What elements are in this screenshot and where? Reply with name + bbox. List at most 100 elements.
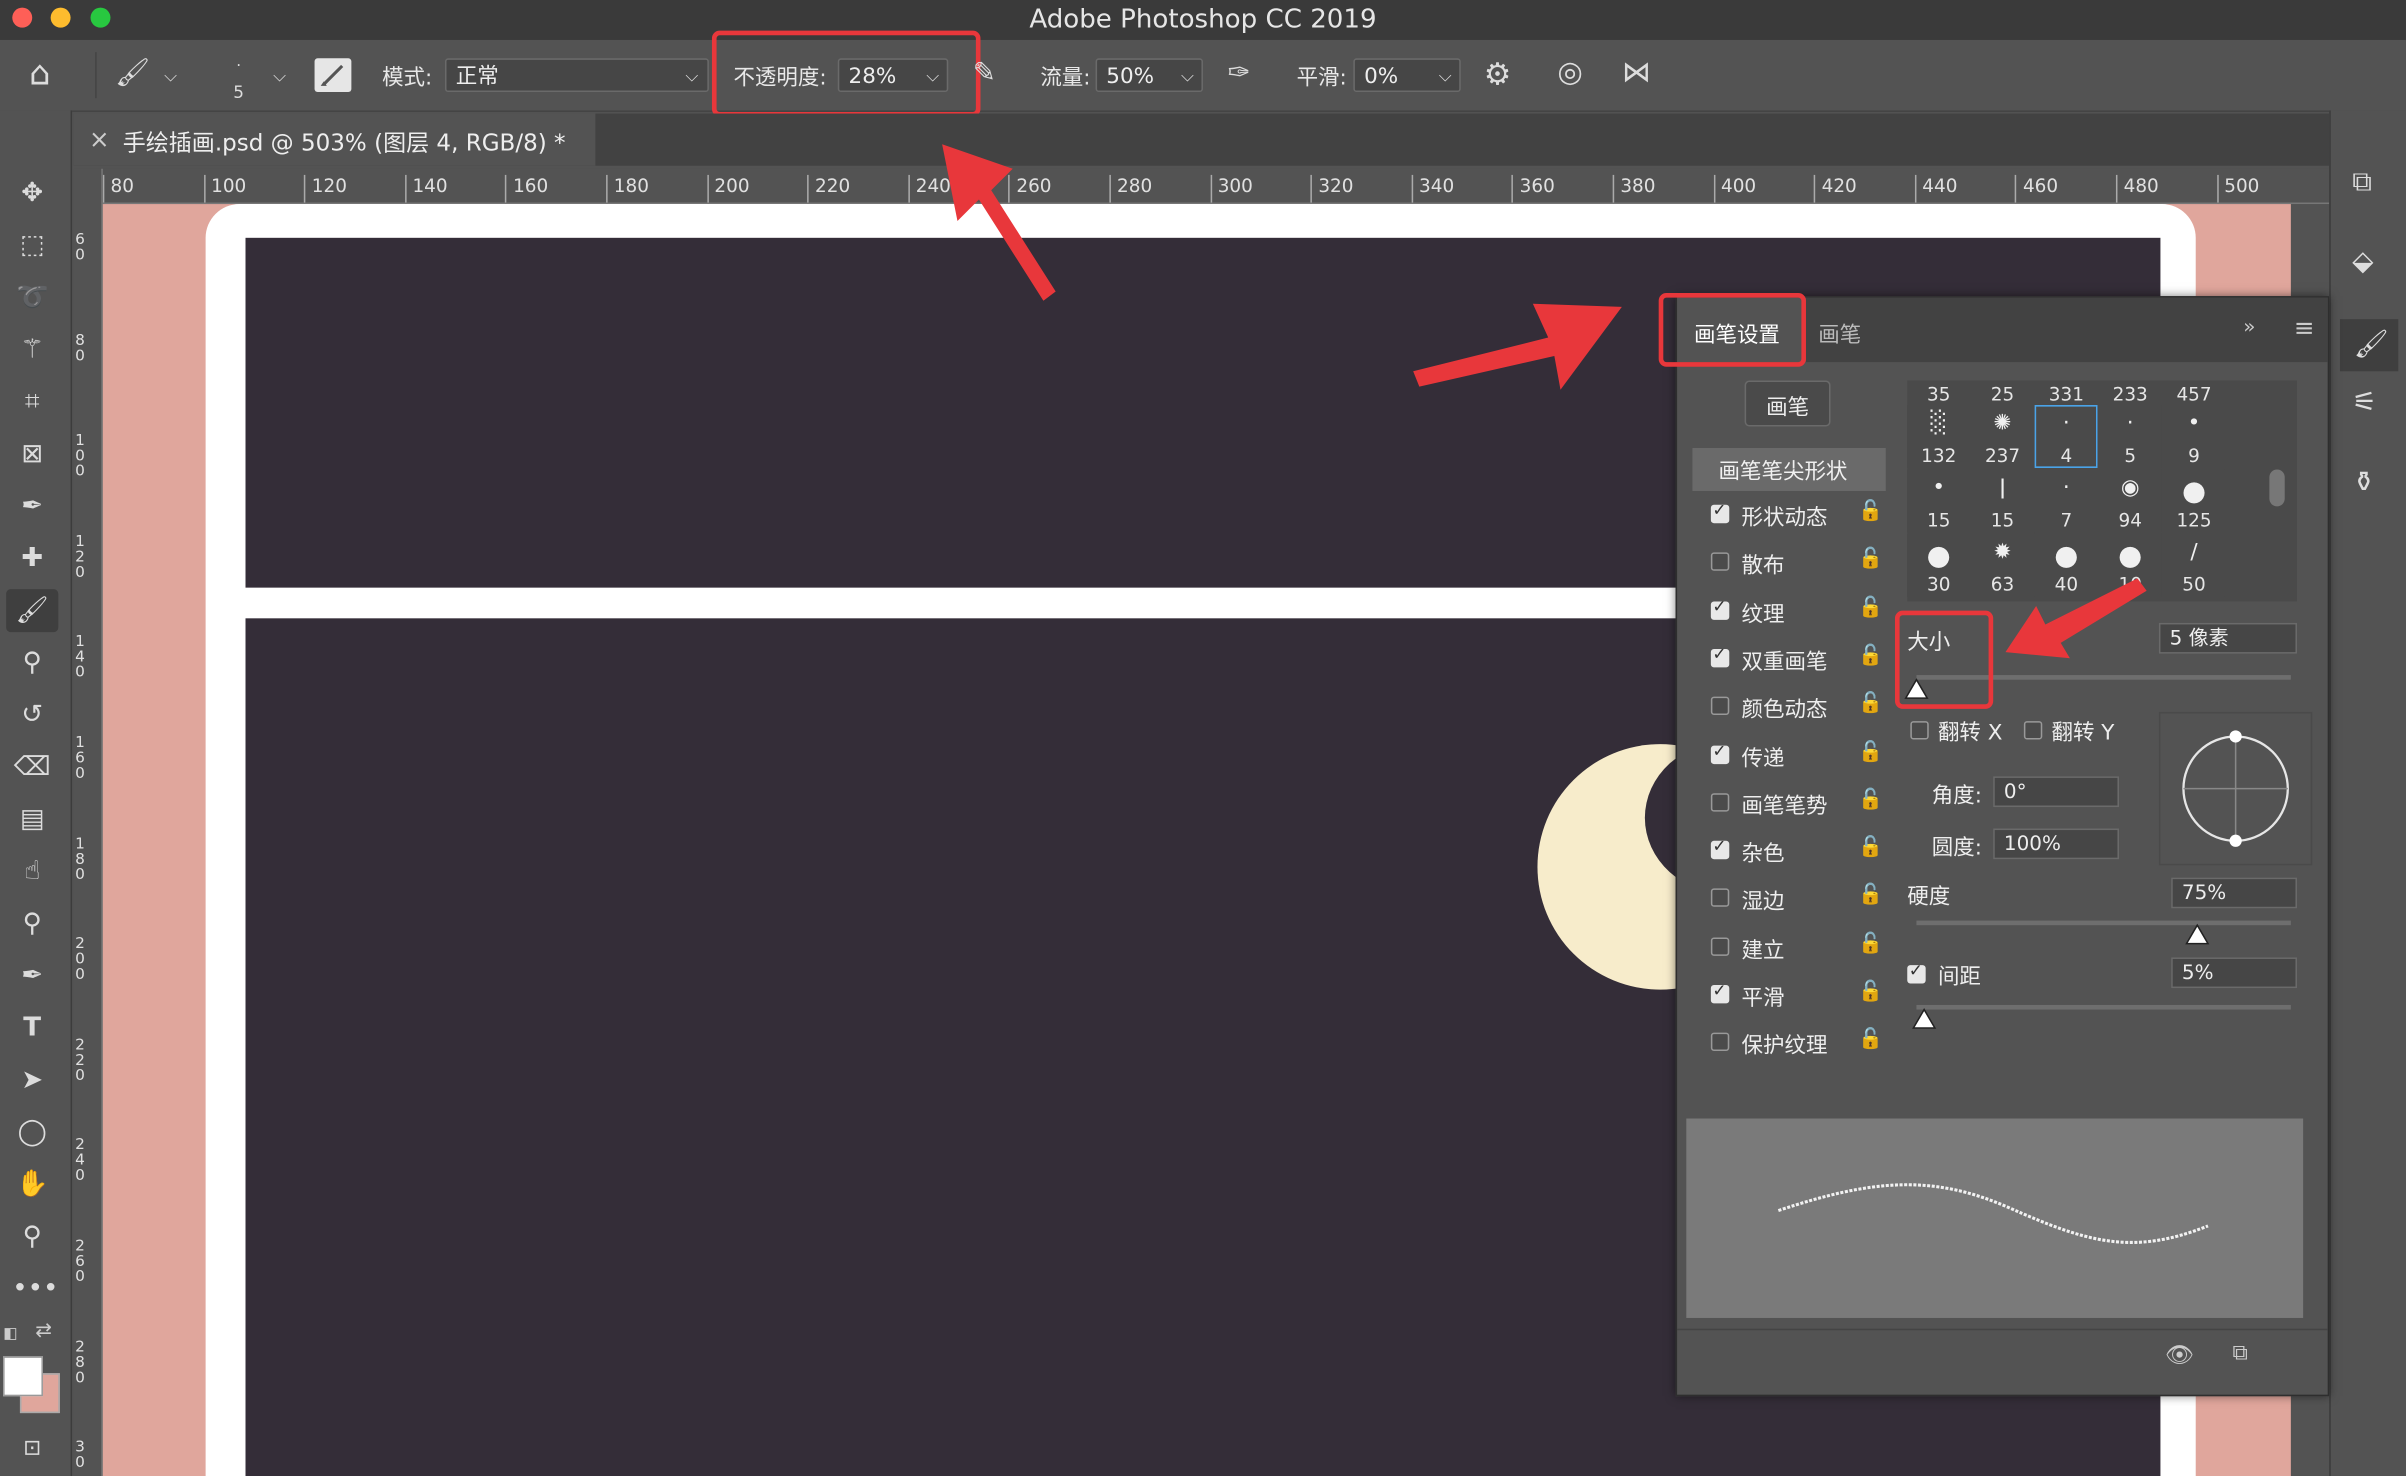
panel-collapse-icon[interactable]: » [2243, 316, 2255, 339]
brush-preset-cell[interactable]: ● 125 [2162, 469, 2226, 533]
airbrush-icon[interactable]: ✑ [1228, 57, 1251, 89]
toggle-preview-icon[interactable]: 👁 [2165, 1341, 2194, 1369]
brush-option-checkbox[interactable] [1710, 696, 1730, 716]
brush-preset-cell[interactable]: ● 30 [1907, 533, 1971, 597]
zoom-tool-icon[interactable]: ⚲ [12, 1218, 52, 1255]
ellipse-tool-icon[interactable]: ◯ [12, 1114, 52, 1151]
lock-icon[interactable]: 🔓 [1858, 1028, 1883, 1051]
tab-brush[interactable]: 画笔 [1818, 319, 1861, 350]
eraser-tool-icon[interactable]: ⌫ [12, 749, 52, 786]
brush-option-item[interactable]: 建立 🔓 [1692, 926, 1885, 969]
spacing-input[interactable]: 5% [2171, 957, 2297, 989]
move-tool-icon[interactable]: ✥ [12, 175, 52, 212]
spacing-checkbox[interactable] [1907, 960, 1926, 984]
brush-option-checkbox[interactable] [1710, 644, 1730, 668]
brush-tool-preset-icon[interactable]: 🖌 [115, 57, 150, 89]
lock-icon[interactable]: 🔓 [1858, 980, 1883, 1003]
lock-icon[interactable]: 🔓 [1858, 884, 1883, 907]
smudge-tool-icon[interactable]: ☝ [12, 853, 52, 890]
smoothing-input[interactable]: 0% ⌵ [1353, 58, 1461, 93]
angle-roundness-widget[interactable] [2158, 711, 2313, 866]
brush-presets-dock-icon[interactable]: ⚟ [2352, 387, 2377, 419]
brushes-button[interactable]: 画笔 [1744, 380, 1831, 427]
angle-input[interactable]: 0° [1993, 776, 2120, 808]
brush-option-checkbox[interactable] [1710, 836, 1730, 860]
quick-mask-icon[interactable]: ⊡ [12, 1430, 52, 1467]
brush-tool-icon[interactable]: 🖌 [6, 589, 59, 633]
pressure-opacity-icon[interactable]: ✎ [973, 57, 996, 89]
hand-tool-icon[interactable]: ✋ [12, 1166, 52, 1203]
brush-option-checkbox[interactable] [1710, 980, 1730, 1004]
flip-x-checkbox[interactable] [1910, 721, 1929, 740]
brush-option-item[interactable]: 传递 🔓 [1692, 734, 1885, 777]
brush-option-item[interactable]: 散布 🔓 [1692, 542, 1885, 585]
document-tab[interactable]: × 手绘插画.psd @ 503% (图层 4, RGB/8) * [73, 113, 596, 166]
lock-icon[interactable]: 🔓 [1858, 836, 1883, 859]
flip-y-checkbox[interactable] [2023, 721, 2043, 740]
brush-option-item[interactable]: 颜色动态 🔓 [1692, 686, 1885, 729]
3d-panel-icon[interactable]: ⬙ [2352, 245, 2373, 277]
pressure-size-icon[interactable]: ◎ [1557, 55, 1582, 89]
gradient-tool-icon[interactable]: ▤ [12, 801, 52, 838]
brush-settings-dock-button[interactable]: 🖌 [2339, 319, 2399, 372]
lock-icon[interactable]: 🔓 [1858, 596, 1883, 619]
brush-preset-cell[interactable]: · 7 [2034, 469, 2098, 533]
lock-icon[interactable]: 🔓 [1858, 500, 1883, 523]
brush-option-item[interactable]: 画笔笔势 🔓 [1692, 782, 1885, 825]
mode-select[interactable]: 正常 ⌵ [444, 58, 709, 93]
brush-preset-cell[interactable]: ✺ 237 [1971, 405, 2034, 468]
lock-icon[interactable]: 🔓 [1858, 932, 1883, 955]
dodge-tool-icon[interactable]: ⚲ [12, 905, 52, 942]
gear-icon[interactable]: ⚙ [1484, 55, 1512, 92]
close-tab-icon[interactable]: × [89, 124, 110, 153]
brush-option-checkbox[interactable] [1710, 552, 1730, 572]
foreground-color-swatch[interactable] [3, 1356, 43, 1397]
brush-option-item[interactable]: 平滑 🔓 [1692, 974, 1885, 1017]
brush-option-item[interactable]: 形状动态 🔓 [1692, 494, 1885, 537]
brush-preset-cell[interactable]: / 50 [2162, 533, 2226, 597]
brush-option-checkbox[interactable] [1710, 888, 1730, 908]
panel-menu-icon[interactable]: ≡ [2294, 313, 2315, 342]
brush-option-item[interactable]: 杂色 🔓 [1692, 830, 1885, 873]
crop-tool-icon[interactable]: ⌗ [12, 384, 52, 421]
brush-preset-cell[interactable]: ǀ 15 [1971, 469, 2034, 533]
flow-input[interactable]: 50% ⌵ [1095, 58, 1203, 93]
brush-option-checkbox[interactable] [1710, 792, 1730, 812]
brush-option-checkbox[interactable] [1710, 740, 1730, 764]
brush-option-checkbox[interactable] [1710, 1033, 1730, 1052]
eyedropper-tool-icon[interactable]: ✒ [12, 488, 52, 525]
preset-scrollbar[interactable] [2269, 469, 2285, 507]
symmetry-butterfly-icon[interactable]: ⋈ [1622, 55, 1651, 89]
path-selection-tool-icon[interactable]: ➤ [12, 1062, 52, 1099]
brush-preset-cell[interactable]: • 9 [2162, 405, 2226, 468]
home-icon[interactable]: ⌂ [29, 55, 50, 93]
brush-option-checkbox[interactable] [1710, 936, 1730, 956]
brush-settings-toggle-icon[interactable] [314, 58, 352, 93]
default-colors-icon[interactable]: ◧ [3, 1326, 18, 1343]
brush-option-checkbox[interactable] [1710, 596, 1730, 620]
brush-preset-cell[interactable]: · 5 [2098, 405, 2162, 468]
lock-icon[interactable]: 🔓 [1858, 740, 1883, 763]
marquee-tool-icon[interactable]: ⬚ [12, 227, 52, 264]
lasso-tool-icon[interactable]: ➰ [12, 279, 52, 316]
size-input[interactable]: 5 像素 [2158, 622, 2297, 654]
brush-option-checkbox[interactable] [1710, 500, 1730, 524]
stamp-tool-icon[interactable]: ⚲ [12, 644, 52, 681]
hardness-slider-thumb[interactable] [2185, 923, 2210, 945]
chevron-down-icon[interactable]: ⌵ [164, 66, 177, 87]
spacing-slider-thumb[interactable] [1911, 1008, 1937, 1029]
new-brush-icon[interactable]: ⧉ [2233, 1341, 2248, 1366]
lock-icon[interactable]: 🔓 [1858, 548, 1883, 571]
lock-icon[interactable]: 🔓 [1858, 644, 1883, 667]
clone-source-icon[interactable]: ⚱ [2352, 466, 2375, 498]
hardness-slider-track[interactable] [1916, 920, 2291, 926]
brush-option-item[interactable]: 双重画笔 🔓 [1692, 638, 1885, 681]
brush-preset-cell[interactable]: • 15 [1907, 469, 1971, 533]
more-tools-icon[interactable]: ••• [12, 1270, 58, 1307]
history-panel-icon[interactable]: ⧉ [2352, 166, 2372, 198]
brush-picker-chevron-icon[interactable]: ⌵ [273, 66, 286, 87]
brush-option-item[interactable]: 保护纹理 🔓 [1692, 1022, 1885, 1065]
brush-preset-cell[interactable]: ░ 132 [1907, 405, 1971, 468]
brush-preset-cell[interactable]: · 4 [2034, 405, 2098, 468]
lock-icon[interactable]: 🔓 [1858, 692, 1883, 715]
